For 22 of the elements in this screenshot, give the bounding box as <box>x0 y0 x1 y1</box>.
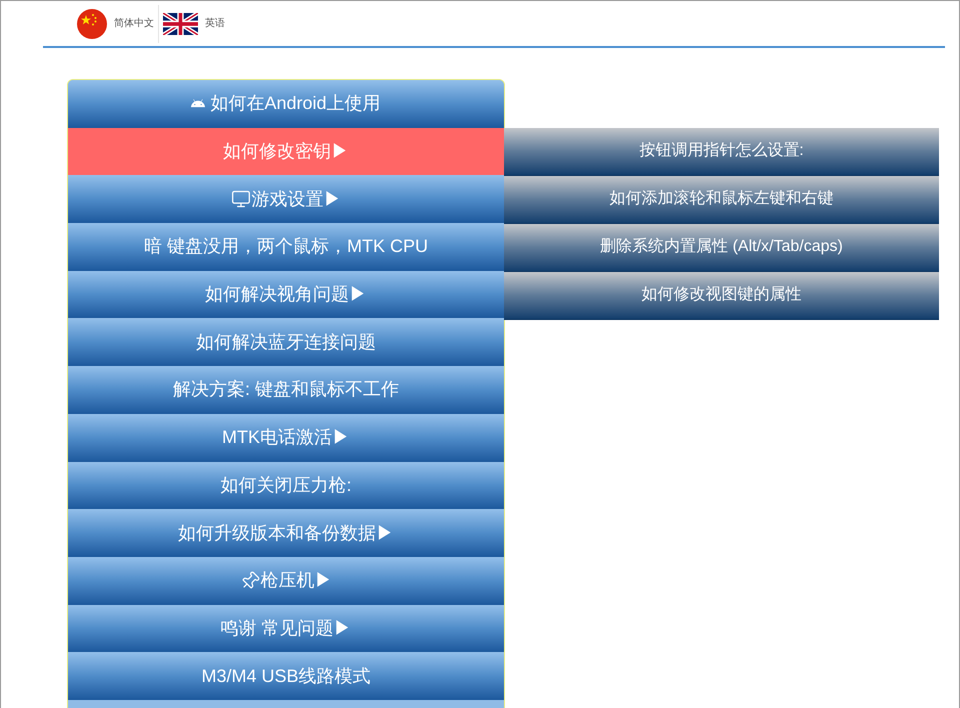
language-link[interactable]: 简体中文 <box>77 8 154 38</box>
menu-item[interactable]: 游戏设置▶ <box>68 175 504 224</box>
menu-item[interactable]: 如何修改密钥▶ <box>68 128 504 176</box>
union-jack-flag-icon <box>163 12 198 34</box>
menu-item[interactable]: 如何在Android上使用 <box>68 80 504 128</box>
menu-item[interactable]: 枪压机▶ <box>68 556 504 605</box>
menu-item[interactable]: 解决方案: 键盘和鼠标不工作 <box>68 366 504 414</box>
menu-item[interactable]: M3/M4 USB线路模式 <box>68 652 504 700</box>
menu-item[interactable]: 鸣谢 常见问题▶ <box>68 604 504 652</box>
menu-item[interactable]: 暗 键盘没用，两个鼠标，MTK CPU <box>68 223 504 271</box>
menu-item[interactable]: MTK电话激活▶ <box>68 414 504 462</box>
menu-item[interactable]: 如何关闭压力枪: <box>68 462 504 510</box>
submenu-item[interactable]: 如何添加滚轮和鼠标左键和右键 <box>504 176 939 224</box>
menu-item[interactable]: 如何升级版本和备份数据▶ <box>68 509 504 557</box>
monitor-icon <box>230 189 250 210</box>
submenu-item[interactable]: 按钮调用指针怎么设置: <box>504 128 939 176</box>
submenu-item[interactable]: 删除系统内置属性 (Alt/x/Tab/caps) <box>504 224 939 272</box>
menu-item[interactable]: 如何解决视角问题▶ <box>68 270 504 318</box>
language-link[interactable]: 英语 <box>163 12 225 34</box>
submenu-item[interactable]: 如何修改视图键的属性 <box>504 272 939 320</box>
menu-item[interactable]: 如何解决蓝牙连接问题 <box>68 318 504 366</box>
china-flag-icon <box>77 8 107 38</box>
